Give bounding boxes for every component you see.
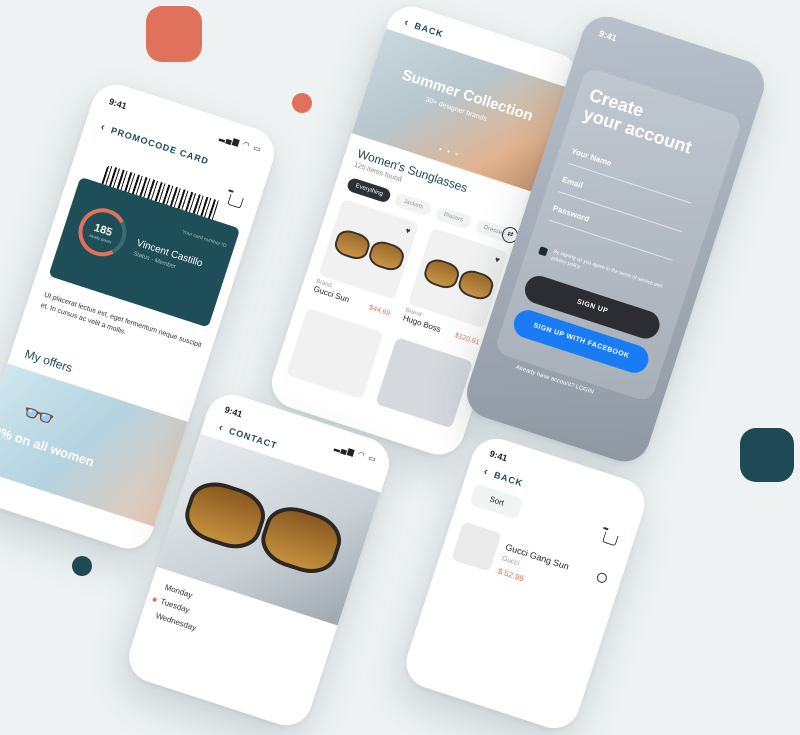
chevron-left-icon: ‹ bbox=[99, 120, 108, 134]
decor-dot-coral bbox=[292, 93, 312, 113]
status-time: 9:41 bbox=[107, 96, 129, 112]
day-monday: Monday bbox=[163, 582, 194, 600]
chevron-left-icon: ‹ bbox=[217, 421, 226, 435]
cart-item-brand: Gucci bbox=[500, 555, 521, 568]
signal-icons: ▂▄▆ ◠ ▭ bbox=[333, 442, 379, 465]
product-image[interactable] bbox=[285, 308, 384, 400]
status-time: 9:41 bbox=[223, 404, 244, 420]
cart-icon[interactable] bbox=[601, 531, 619, 547]
cart-screen: 9:41 ‹ BACK Sort Gucci Gang Sun Gucci $ 5… bbox=[399, 432, 652, 735]
heart-icon[interactable]: ♥ bbox=[494, 255, 501, 265]
decor-square-teal bbox=[740, 428, 794, 482]
member-id-label: Your card number ID bbox=[181, 229, 228, 250]
signal-icons: ▂▄▆ ◠ ▭ bbox=[218, 132, 264, 155]
heart-icon[interactable]: ♥ bbox=[404, 226, 411, 236]
lens-right bbox=[455, 267, 497, 303]
chip-jackets[interactable]: Jackets bbox=[393, 192, 433, 217]
lens-left bbox=[178, 474, 272, 556]
product-image[interactable] bbox=[375, 337, 474, 429]
lens-left bbox=[332, 227, 373, 263]
cart-item-name: Gucci Gang Sun bbox=[504, 541, 571, 572]
search-icon[interactable] bbox=[595, 571, 609, 585]
cart-item-image[interactable] bbox=[451, 521, 502, 572]
lens-right bbox=[366, 238, 407, 274]
status-time: 9:41 bbox=[488, 448, 509, 464]
status-time: 9:41 bbox=[597, 28, 619, 44]
lens-right bbox=[254, 499, 348, 581]
back-button[interactable]: ‹ BACK bbox=[482, 465, 524, 489]
day-wednesday: Wednesday bbox=[154, 611, 198, 633]
day-tuesday: Tuesday bbox=[159, 596, 191, 615]
loyalty-ring: 185 loyalty points bbox=[72, 202, 133, 263]
chip-everything[interactable]: Everything bbox=[345, 176, 393, 204]
product-card[interactable]: ♥ Brand Gucci Sun $44.99 bbox=[312, 198, 420, 318]
cart-item-price: $ 52.99 bbox=[496, 566, 525, 584]
decor-dot-teal bbox=[72, 556, 92, 576]
lens-left bbox=[421, 256, 462, 292]
chevron-left-icon: ‹ bbox=[402, 16, 411, 30]
sort-button[interactable]: Sort bbox=[469, 483, 524, 520]
back-button[interactable]: ‹ PROMOCODE CARD bbox=[99, 121, 210, 167]
decor-square-coral bbox=[146, 6, 202, 62]
chevron-left-icon: ‹ bbox=[482, 465, 491, 479]
cart-icon[interactable] bbox=[227, 194, 244, 209]
chip-blazers[interactable]: Blazers bbox=[434, 205, 473, 230]
